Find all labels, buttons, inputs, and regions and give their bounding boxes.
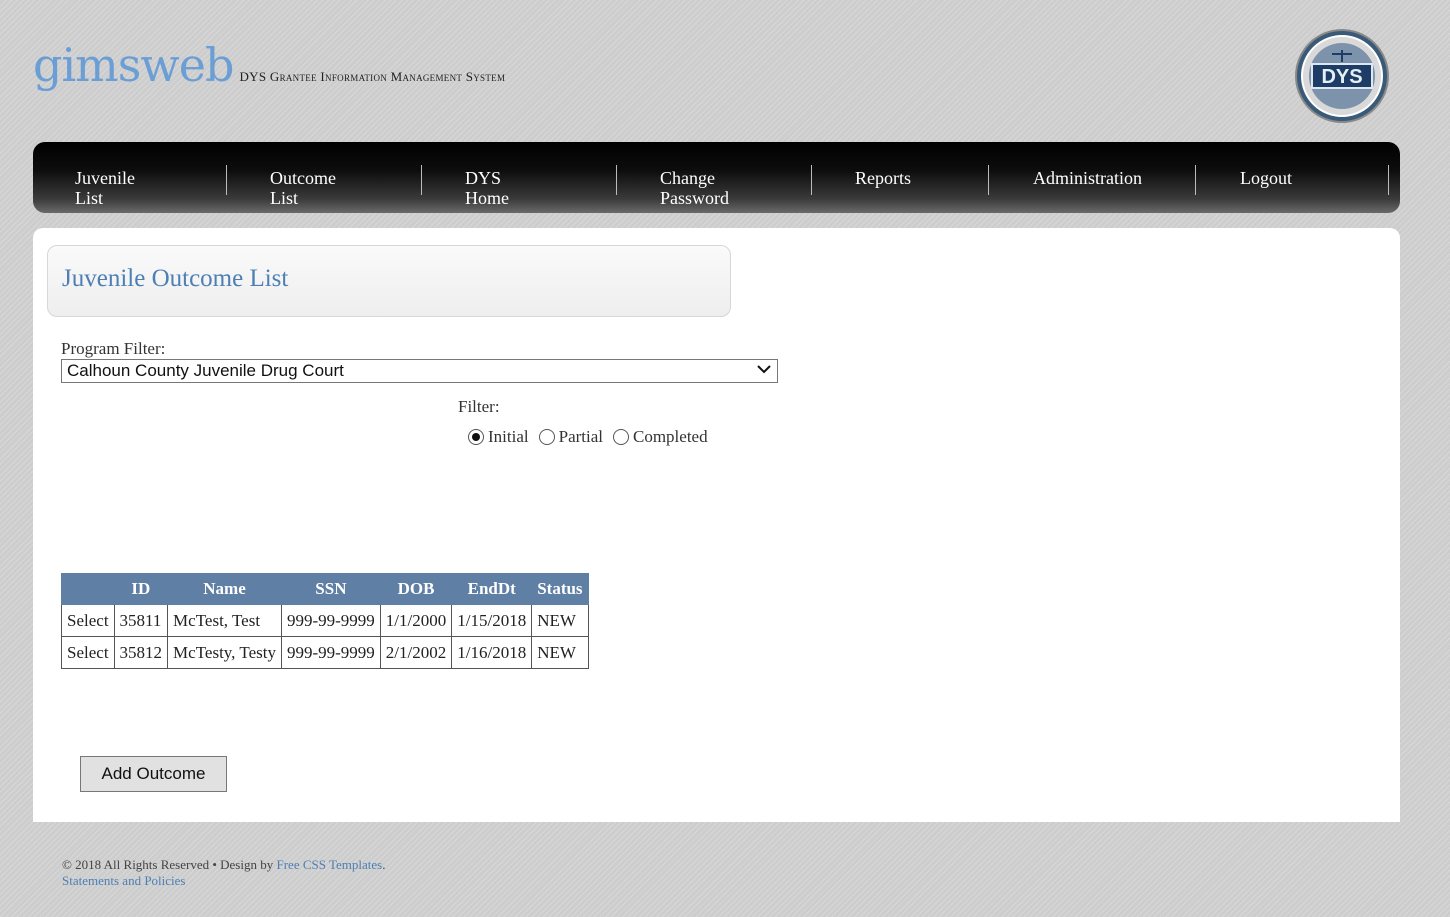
- cell-dob: 2/1/2002: [379, 636, 453, 669]
- table-row: Select 35812 McTesty, Testy 999-99-9999 …: [61, 636, 589, 669]
- site-logo: gimsweb DYS Grantee Information Manageme…: [33, 42, 505, 88]
- cell-ssn: 999-99-9999: [280, 636, 381, 669]
- page-title: Juvenile Outcome List: [62, 265, 289, 292]
- cell-name: McTesty, Testy: [167, 636, 282, 669]
- filter-partial[interactable]: Partial: [538, 427, 603, 447]
- col-header-enddt[interactable]: EndDt: [451, 573, 533, 605]
- site-tagline: DYS Grantee Information Management Syste…: [239, 69, 506, 84]
- nav-separator: [226, 165, 227, 195]
- cell-id: 35811: [113, 604, 169, 637]
- cell-name: McTest, Test: [167, 604, 282, 637]
- nav-separator: [811, 165, 812, 195]
- filter-completed[interactable]: Completed: [613, 427, 708, 447]
- program-filter-label: Program Filter:: [61, 339, 166, 358]
- cell-dob: 1/1/2000: [379, 604, 453, 637]
- cell-status: NEW: [531, 636, 589, 669]
- filter-initial[interactable]: Initial: [468, 427, 529, 447]
- chevron-down-icon: [757, 365, 771, 374]
- cell-ssn: 999-99-9999: [280, 604, 381, 637]
- footer: © 2018 All Rights Reserved • Design by F…: [62, 857, 385, 889]
- cell-enddt: 1/15/2018: [451, 604, 533, 637]
- radio-partial[interactable]: [538, 429, 555, 445]
- col-header-status[interactable]: Status: [531, 573, 589, 605]
- status-filter-group: Initial Partial Completed: [468, 427, 718, 447]
- cell-status: NEW: [531, 604, 589, 637]
- nav-separator: [1388, 165, 1389, 195]
- col-header-ssn[interactable]: SSN: [280, 573, 381, 605]
- seal-text: DYS: [1321, 66, 1362, 88]
- col-header-dob[interactable]: DOB: [379, 573, 453, 605]
- footer-copyright: © 2018 All Rights Reserved • Design by: [62, 857, 274, 872]
- page-title-box: Juvenile Outcome List: [47, 245, 731, 317]
- table-row: Select 35811 McTest, Test 999-99-9999 1/…: [61, 604, 589, 637]
- col-header-action: [61, 573, 115, 605]
- radio-initial[interactable]: [468, 429, 484, 445]
- nav-separator: [1195, 165, 1196, 195]
- program-filter-value: Calhoun County Juvenile Drug Court: [67, 361, 344, 380]
- logo-gims: gims: [33, 38, 141, 92]
- outcome-table: ID Name SSN DOB EndDt Status Select 3581…: [61, 573, 589, 669]
- table-header-row: ID Name SSN DOB EndDt Status: [61, 573, 589, 605]
- filter-label: Filter:: [458, 397, 500, 416]
- col-header-name[interactable]: Name: [167, 573, 282, 605]
- cell-id: 35812: [113, 636, 169, 669]
- add-outcome-button[interactable]: Add Outcome: [80, 756, 227, 792]
- cell-enddt: 1/16/2018: [451, 636, 533, 669]
- radio-completed[interactable]: [613, 429, 629, 445]
- main-nav: Juvenile List Outcome List DYS Home Chan…: [33, 142, 1400, 213]
- program-filter-select[interactable]: Calhoun County Juvenile Drug Court: [61, 359, 778, 383]
- logo-web: web: [140, 38, 234, 92]
- free-css-templates-link[interactable]: Free CSS Templates: [276, 857, 382, 872]
- nav-separator: [988, 165, 989, 195]
- select-link[interactable]: Select: [61, 636, 115, 669]
- dys-seal-icon: DYS: [1294, 28, 1390, 124]
- content-panel: Juvenile Outcome List Program Filter: Ca…: [33, 228, 1400, 822]
- nav-separator: [421, 165, 422, 195]
- statements-policies-link[interactable]: Statements and Policies: [62, 873, 185, 888]
- nav-separator: [616, 165, 617, 195]
- col-header-id[interactable]: ID: [113, 573, 169, 605]
- footer-period: .: [382, 857, 386, 872]
- select-link[interactable]: Select: [61, 604, 115, 637]
